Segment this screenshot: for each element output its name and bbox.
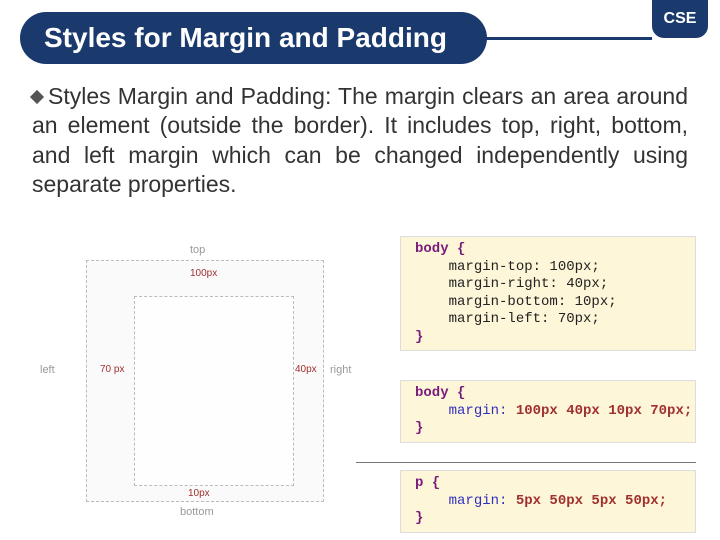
margin-diagram: top left right bottom 100px 70 px 40px 1… <box>30 244 360 524</box>
title-underline <box>477 37 652 40</box>
code3-selector: p { <box>415 475 440 491</box>
code1-line2: margin-right: 40px; <box>449 276 609 292</box>
code2-val: 100px 40px 10px 70px; <box>507 403 692 419</box>
diagram-value-left: 70 px <box>100 364 124 375</box>
code2-close: } <box>415 420 423 436</box>
code1-line3: margin-bottom: 10px; <box>449 294 617 310</box>
page-title: Styles for Margin and Padding <box>20 12 487 64</box>
diagram-value-right: 40px <box>295 364 317 375</box>
diagram-value-top: 100px <box>190 268 217 279</box>
diamond-bullet-icon <box>30 90 44 104</box>
code2-selector: body { <box>415 385 465 401</box>
code1-line1: margin-top: 100px; <box>449 259 600 275</box>
diagram-inner-box <box>134 296 294 486</box>
diagram-value-bottom: 10px <box>188 488 210 499</box>
code1-line4: margin-left: 70px; <box>449 311 600 327</box>
body-paragraph: Styles Margin and Padding: The margin cl… <box>32 82 688 200</box>
code3-prop: margin: <box>449 493 508 509</box>
bullet-heading: Styles Margin and Padding: <box>48 83 331 109</box>
code3-close: } <box>415 510 423 526</box>
diagram-label-left: left <box>40 364 55 376</box>
code-block-3: p { margin: 5px 50px 5px 50px; } <box>400 470 696 533</box>
course-badge: CSE <box>652 0 708 38</box>
diagram-label-bottom: bottom <box>180 506 214 518</box>
diagram-label-right: right <box>330 364 351 376</box>
code-block-2: body { margin: 100px 40px 10px 70px; } <box>400 380 696 443</box>
code-separator <box>356 462 696 463</box>
title-bar: Styles for Margin and Padding <box>20 10 652 66</box>
code1-selector: body { <box>415 241 465 257</box>
code-block-1: body { margin-top: 100px; margin-right: … <box>400 236 696 351</box>
code2-prop: margin: <box>449 403 508 419</box>
diagram-label-top: top <box>190 244 205 256</box>
code3-val: 5px 50px 5px 50px; <box>507 493 667 509</box>
code1-close: } <box>415 329 423 345</box>
